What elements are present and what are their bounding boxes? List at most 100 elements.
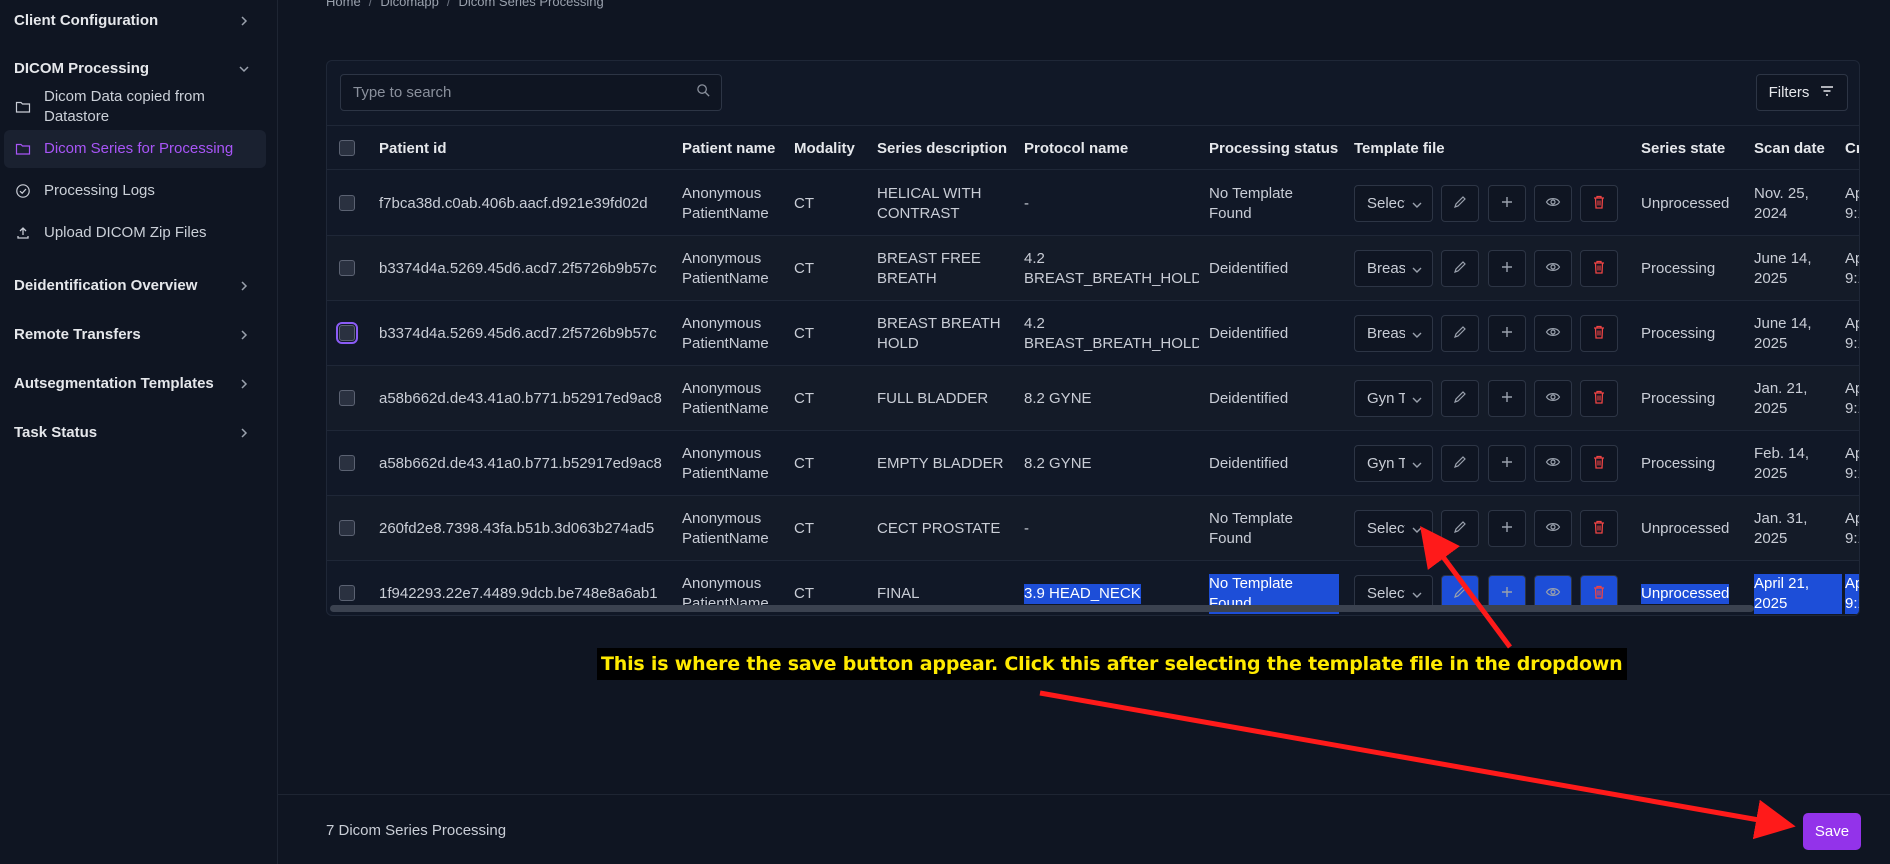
sidebar-item-label: Upload DICOM Zip Files [44,224,207,241]
col-patient-name[interactable]: Patient name [682,126,775,171]
row-checkbox[interactable] [339,455,355,471]
view-template-button[interactable] [1534,315,1572,352]
cell-protocol-name: - [1024,194,1029,212]
template-file-dropdown[interactable]: Gyn T [1354,445,1433,482]
view-template-button[interactable] [1534,445,1572,482]
sidebar-item-upload-dicom[interactable]: Upload DICOM Zip Files [4,214,266,252]
delete-template-button[interactable] [1580,250,1618,287]
cell-series-state: Processing [1641,324,1716,342]
edit-template-button[interactable] [1441,250,1479,287]
nav-section-client-configuration[interactable]: Client Configuration [0,0,278,40]
col-modality[interactable]: Modality [794,126,855,171]
breadcrumb-current: Dicom Series Processing [458,0,604,9]
table-row[interactable]: f7bca38d.c0ab.406b.aacf.d921e39fd02d Anon… [327,171,1859,236]
trash-icon [1591,259,1607,279]
edit-template-button[interactable] [1441,510,1479,547]
view-template-button[interactable] [1534,250,1572,287]
view-template-button[interactable] [1534,185,1572,222]
col-processing-status[interactable]: Processing status [1209,126,1338,171]
delete-template-button[interactable] [1580,445,1618,482]
col-patient-id[interactable]: Patient id [379,126,447,171]
chevron-down-icon [1411,328,1423,340]
filter-lines-icon [1819,83,1835,103]
template-file-dropdown[interactable]: Breast [1354,250,1433,287]
col-created[interactable]: Cr [1845,126,1859,171]
chevron-right-icon [238,328,250,340]
chevron-right-icon [238,377,250,389]
row-checkbox[interactable] [336,322,358,344]
eye-icon [1545,584,1561,604]
add-template-button[interactable] [1488,315,1526,352]
row-checkbox[interactable] [339,390,355,406]
table-row[interactable]: 260fd2e8.7398.43fa.b51b.3d063b274ad5 Anon… [327,496,1859,561]
breadcrumb-dicomapp[interactable]: Dicomapp [380,0,439,9]
table-row[interactable]: a58b662d.de43.41a0.b771.b52917ed9ac8 Anon… [327,431,1859,496]
breadcrumb-home[interactable]: Home [326,0,361,9]
template-file-dropdown[interactable]: Breast [1354,315,1433,352]
plus-icon [1499,584,1515,604]
cell-series-description: BREAST FREE BREATH [877,249,981,287]
cell-patient-name: Anonymous PatientName [682,509,769,547]
col-template-file[interactable]: Template file [1354,126,1445,171]
cell-patient-name: Anonymous PatientName [682,379,769,417]
chevron-down-icon [1411,263,1423,275]
cell-modality: CT [794,519,814,537]
table-row[interactable]: b3374d4a.5269.45d6.acd7.2f5726b9b57c Anon… [327,301,1859,366]
view-template-button[interactable] [1534,510,1572,547]
row-checkbox[interactable] [339,520,355,536]
cell-patient-name: Anonymous PatientName [682,184,769,222]
edit-template-button[interactable] [1441,445,1479,482]
trash-icon [1591,584,1607,604]
delete-template-button[interactable] [1580,315,1618,352]
sidebar-item-processing-logs[interactable]: Processing Logs [4,172,266,210]
chevron-right-icon [238,14,250,26]
filters-button[interactable]: Filters [1756,74,1848,111]
col-scan-date[interactable]: Scan date [1754,126,1825,171]
cell-protocol-name: 4.2 BREAST_BREATH_HOLD [1024,249,1199,287]
row-checkbox[interactable] [339,195,355,211]
template-file-dropdown[interactable]: Gyn T [1354,380,1433,417]
cell-processing-status: No Template Found [1209,184,1293,222]
delete-template-button[interactable] [1580,185,1618,222]
table-row[interactable]: b3374d4a.5269.45d6.acd7.2f5726b9b57c Anon… [327,236,1859,301]
template-file-dropdown[interactable]: Select [1354,185,1433,222]
add-template-button[interactable] [1488,510,1526,547]
sidebar-item-dicom-series-processing[interactable]: Dicom Series for Processing [4,130,266,168]
cell-patient-id: b3374d4a.5269.45d6.acd7.2f5726b9b57c [379,259,657,277]
delete-template-button[interactable] [1580,380,1618,417]
col-series-state[interactable]: Series state [1641,126,1725,171]
template-file-dropdown[interactable]: Select [1354,510,1433,547]
folder-icon [14,98,32,116]
edit-template-button[interactable] [1441,380,1479,417]
nav-section-task-status[interactable]: Task Status [0,412,278,452]
cell-series-description: CECT PROSTATE [877,519,1001,537]
add-template-button[interactable] [1488,185,1526,222]
sidebar-item-dicom-data-copied[interactable]: Dicom Data copied from Datastore [4,86,266,128]
nav-section-dicom-processing[interactable]: DICOM Processing [0,48,278,88]
col-series-description[interactable]: Series description [877,126,1007,171]
cell-protocol-name: 4.2 BREAST_BREATH_HOLD [1024,314,1199,352]
cell-protocol-name: - [1024,519,1029,537]
row-checkbox[interactable] [339,585,355,601]
save-button[interactable]: Save [1803,813,1861,850]
plus-icon [1499,194,1515,214]
add-template-button[interactable] [1488,250,1526,287]
edit-template-button[interactable] [1441,315,1479,352]
eye-icon [1545,324,1561,344]
edit-template-button[interactable] [1441,185,1479,222]
col-protocol-name[interactable]: Protocol name [1024,126,1128,171]
cell-created: Ap 9:1 [1845,509,1859,547]
search-input[interactable] [353,84,673,101]
add-template-button[interactable] [1488,380,1526,417]
row-checkbox[interactable] [339,260,355,276]
horizontal-scrollbar[interactable] [330,605,1754,612]
add-template-button[interactable] [1488,445,1526,482]
nav-section-autsegmentation[interactable]: Autsegmentation Templates [0,363,278,403]
table-row[interactable]: a58b662d.de43.41a0.b771.b52917ed9ac8 Anon… [327,366,1859,431]
nav-section-remote-transfers[interactable]: Remote Transfers [0,314,278,354]
select-all-checkbox[interactable] [339,140,355,156]
cell-series-state: Processing [1641,259,1716,277]
nav-section-deidentification[interactable]: Deidentification Overview [0,265,278,305]
view-template-button[interactable] [1534,380,1572,417]
delete-template-button[interactable] [1580,510,1618,547]
